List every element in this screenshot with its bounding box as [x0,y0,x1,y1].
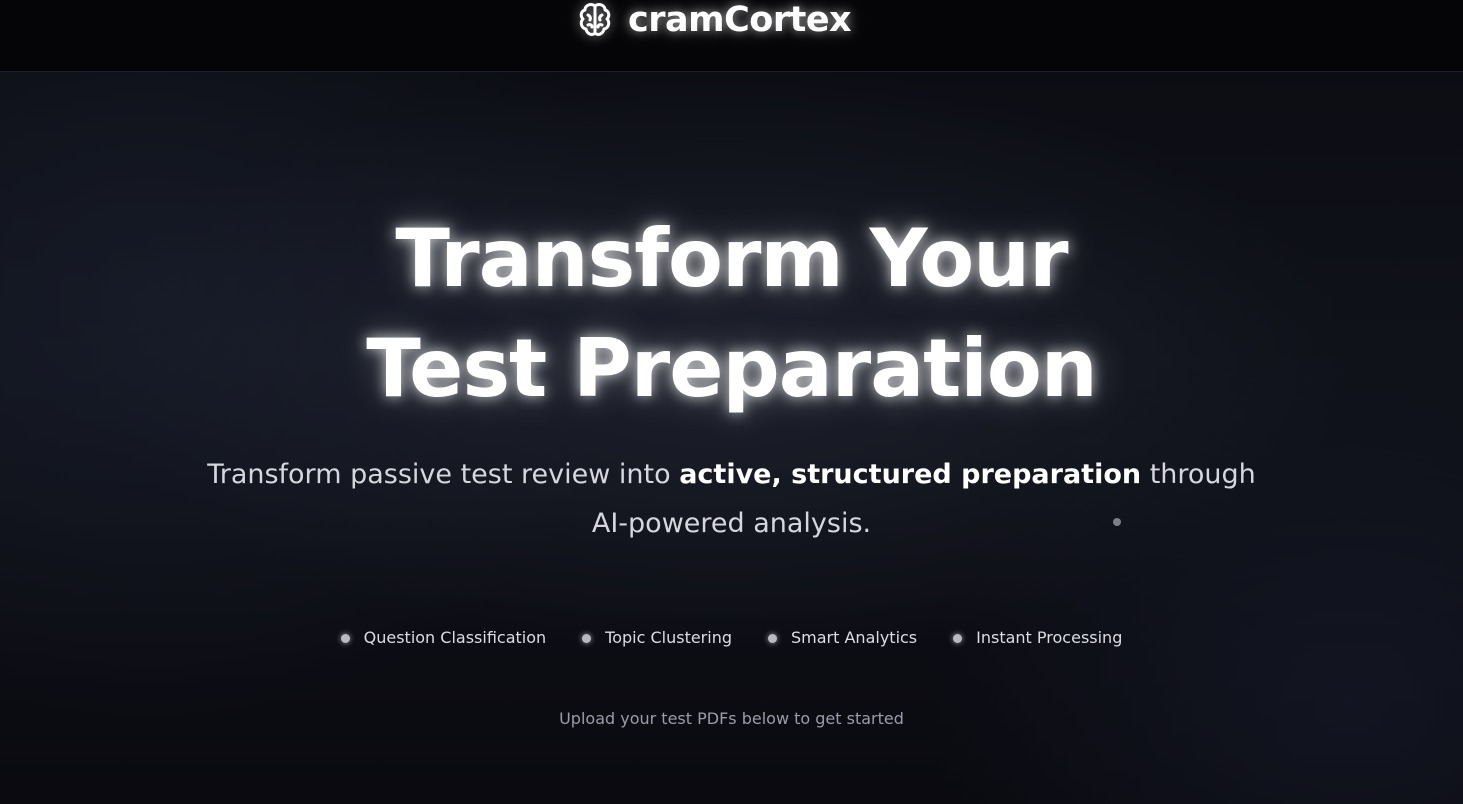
landing-page: cramCortex Transform Your Test Preparati… [0,0,1463,804]
subtitle-emphasis: active, structured preparation [679,459,1142,490]
brand-name: cramCortex [628,0,852,40]
subtitle-text-start: Transform passive test review into [207,459,680,490]
bullet-dot-icon [340,633,350,643]
bullet-dot-icon [582,633,592,643]
hero-title: Transform Your Test Preparation [0,204,1463,424]
feature-item: Instant Processing [953,626,1122,650]
feature-item: Smart Analytics [768,626,917,650]
bullet-dot-icon [768,633,777,643]
feature-label: Question Classification [363,628,547,647]
feature-item: Question Classification [340,626,547,650]
hero-subtitle: Transform passive test review into activ… [200,450,1263,548]
site-header: cramCortex [0,0,1463,72]
bullet-dot-icon [953,633,963,643]
feature-list: Question Classification Topic Clustering… [0,626,1463,650]
feature-item: Topic Clustering [582,626,732,650]
feature-label: Topic Clustering [605,628,732,647]
feature-label: Instant Processing [976,628,1123,647]
brain-icon [576,1,614,39]
brand-logo[interactable]: cramCortex [576,0,852,42]
hero-title-line-1: Transform Your [395,212,1068,305]
upload-hint: Upload your test PDFs below to get start… [559,709,904,728]
feature-label: Smart Analytics [791,628,918,647]
hero-title-line-2: Test Preparation [366,322,1098,415]
